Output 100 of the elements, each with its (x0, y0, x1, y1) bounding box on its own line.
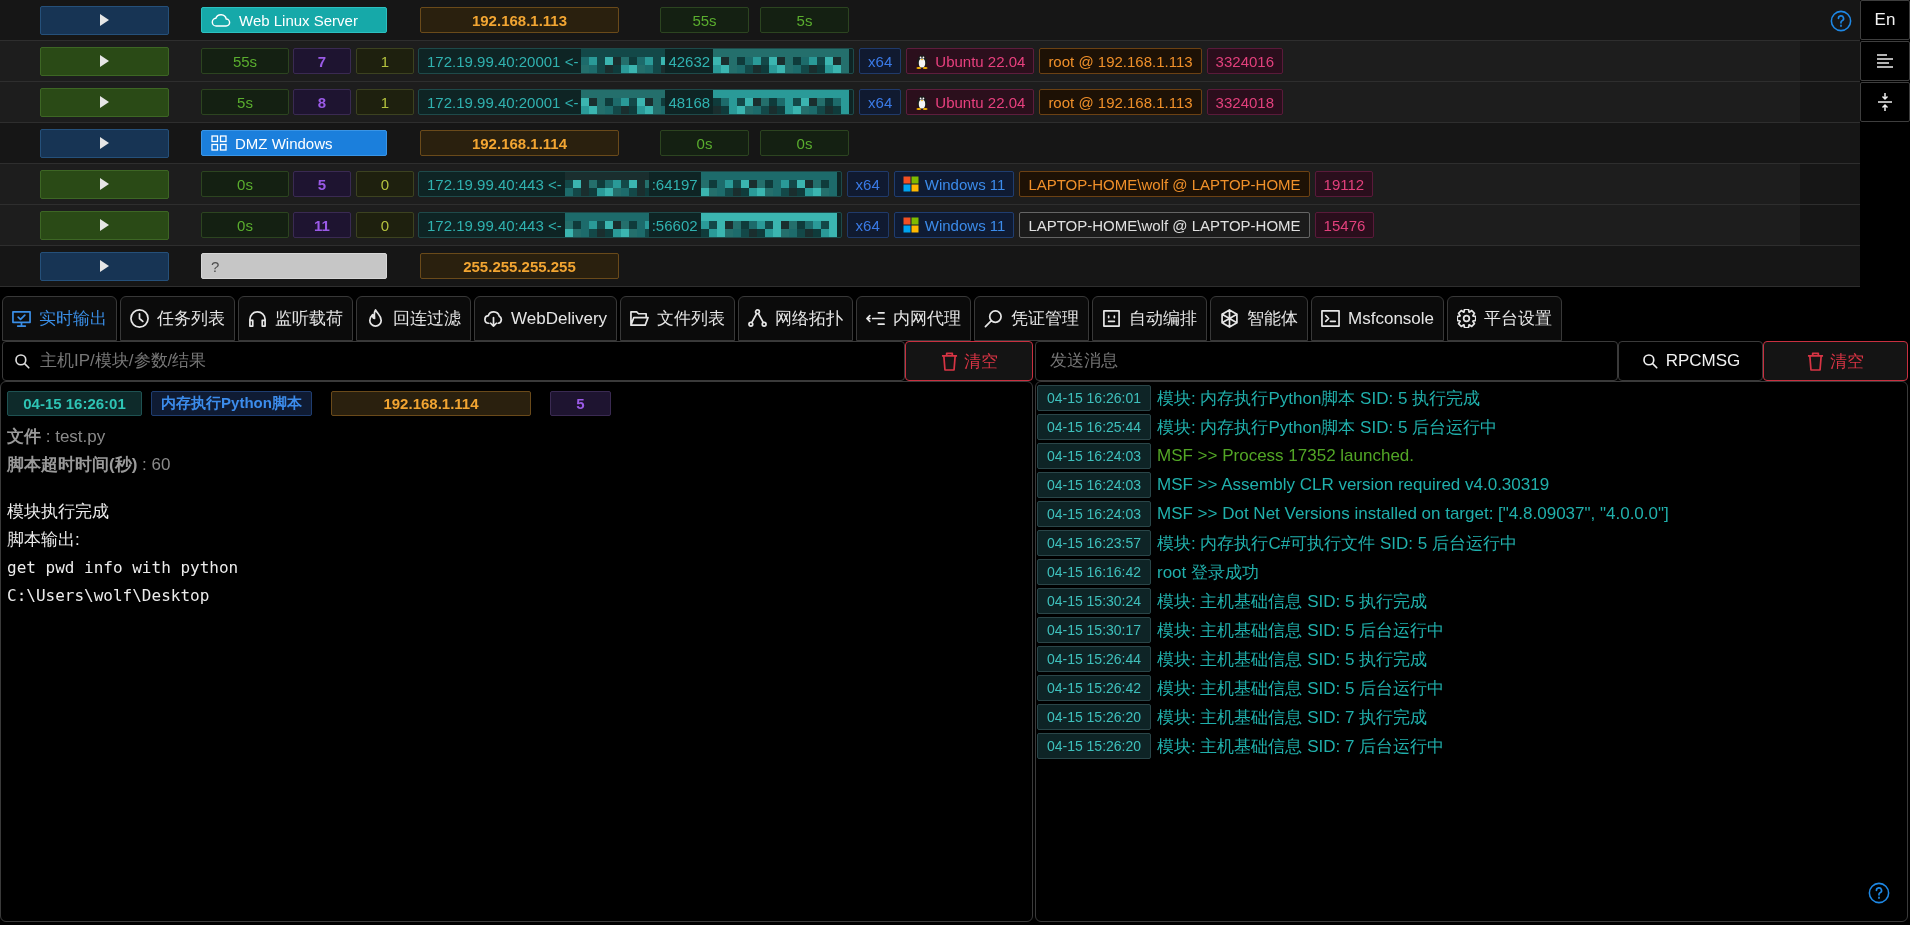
align-button[interactable] (1860, 41, 1910, 81)
help-icon[interactable] (1830, 10, 1852, 32)
expand-button[interactable] (40, 210, 169, 240)
headphones-icon (248, 309, 267, 328)
session-row[interactable]: 55s 7 1 172.19.99.40:20001 <- 42632 x64 Ubuntu 22.04 root @ 192.168.1.113 3324016 (0, 41, 1800, 81)
message-time: 04-15 15:26:20 (1037, 704, 1151, 730)
message-time: 04-15 16:23:57 (1037, 530, 1151, 556)
search-icon (13, 352, 31, 370)
settings-icon (1457, 309, 1477, 328)
clear-button[interactable]: 清空 (1763, 341, 1908, 381)
penguin-icon (915, 94, 930, 110)
expand-button[interactable] (40, 251, 169, 281)
caret-icon (100, 260, 109, 272)
host-ip-label: 192.168.1.114 (420, 130, 619, 156)
session-time-label: 55s (201, 48, 289, 74)
trash-icon (1807, 351, 1824, 371)
tab[interactable]: 回连过滤 (356, 296, 471, 341)
caret-icon (100, 178, 109, 190)
language-button[interactable]: En (1860, 0, 1910, 40)
search-icon (1640, 352, 1659, 370)
message-time: 04-15 16:16:42 (1037, 559, 1151, 585)
number-label: 0 (356, 171, 414, 197)
expand-button[interactable] (40, 46, 169, 76)
param-line: 脚本超时时间(秒) : 60 (7, 454, 172, 476)
message-text: MSF >> Assembly CLR version required v4.0.30319 (1157, 475, 1550, 495)
host-ip-label: 255.255.255.255 (420, 253, 619, 279)
session-row[interactable]: 0s 5 0 172.19.99.40:443 <- :64197 x64 Windows 11 LAPTOP-HOME\wolf @ LAPTOP-HOME 19112 (0, 164, 1800, 204)
connection-text: 172.19.99.40:20001 <- (427, 93, 579, 111)
pid-label: 19112 (1314, 171, 1374, 197)
message-text: 模块: 主机基础信息 SID: 7 后台运行中 (1157, 735, 1445, 758)
message-time: 04-15 15:26:42 (1037, 675, 1151, 701)
session-time-label: 5s (201, 89, 289, 115)
arch-label: x64 (846, 171, 889, 197)
user-label: LAPTOP-HOME\wolf @ LAPTOP-HOME (1019, 212, 1310, 238)
tab[interactable]: 监听载荷 (238, 296, 353, 341)
help-icon[interactable] (1868, 882, 1890, 904)
message-text: 模块: 主机基础信息 SID: 7 执行完成 (1157, 706, 1428, 729)
connection-text: 172.19.99.40:443 <- (427, 175, 562, 193)
tab[interactable]: 智能体 (1210, 296, 1309, 341)
group-name: ? (211, 257, 220, 275)
clear-button[interactable]: 清空 (905, 341, 1033, 381)
expand-button[interactable] (40, 169, 169, 199)
user-label: root @ 192.168.1.113 (1039, 89, 1202, 115)
session-row[interactable]: 5s 8 1 172.19.99.40:20001 <- 48168 x64 Ubuntu 22.04 root @ 192.168.1.113 3324018 (0, 82, 1800, 122)
session-id-label: 7 (293, 48, 351, 74)
user-label: LAPTOP-HOME\wolf @ LAPTOP-HOME (1019, 171, 1310, 197)
tab[interactable]: 凭证管理 (974, 296, 1090, 341)
user-label: root @ 192.168.1.113 (1039, 48, 1202, 74)
rpc-send-button[interactable]: RPCMSG (1618, 341, 1763, 381)
network-icon (748, 309, 768, 328)
message-text: 模块: 内存执行Python脚本 SID: 5 执行完成 (1157, 387, 1481, 410)
os-name: Windows 11 (924, 175, 1006, 193)
message-time: 04-15 15:30:17 (1037, 617, 1151, 643)
message-field[interactable]: 发送消息 (1035, 341, 1618, 381)
tab[interactable]: 网络拓扑 (738, 296, 854, 341)
pid-label: 15476 (1314, 212, 1375, 238)
message-text: 模块: 内存执行Python脚本 SID: 5 后台运行中 (1157, 416, 1498, 439)
number-label: 1 (356, 89, 414, 115)
grid-icon (211, 135, 227, 151)
tab[interactable]: Msfconsole (1311, 296, 1445, 341)
result-text: 模块执行完成 (7, 501, 110, 523)
tab[interactable]: 任务列表 (120, 296, 235, 341)
square-face-icon (1102, 309, 1122, 328)
compress-icon (1877, 92, 1893, 112)
expand-button[interactable] (40, 128, 169, 158)
tab[interactable]: 文件列表 (620, 296, 736, 341)
compress-button[interactable] (1860, 82, 1910, 122)
host-ip-label: 192.168.1.113 (420, 7, 619, 33)
cloud-icon (211, 12, 231, 28)
message-text: 模块: 主机基础信息 SID: 5 后台运行中 (1157, 619, 1445, 642)
session-time-label: 0s (201, 171, 289, 197)
tab[interactable]: WebDelivery (474, 296, 618, 341)
session-id-label: 5 (293, 171, 351, 197)
os-name: Ubuntu 22.04 (935, 93, 1026, 111)
expand-button[interactable] (40, 5, 169, 35)
tab[interactable]: 内网代理 (856, 296, 972, 341)
time-label: 5s (760, 7, 849, 33)
result-text: 脚本输出: (7, 529, 81, 551)
message-text: 模块: 主机基础信息 SID: 5 后台运行中 (1157, 677, 1445, 700)
pid-label: 3324016 (1206, 48, 1283, 74)
group-tag[interactable]: DMZ Windows (201, 130, 387, 156)
tab[interactable]: 实时输出 (2, 296, 117, 341)
message-text: MSF >> Process 17352 launched. (1157, 446, 1415, 466)
group-name: Web Linux Server (239, 11, 358, 29)
tab[interactable]: 平台设置 (1447, 296, 1563, 341)
message-time: 04-15 16:25:44 (1037, 414, 1151, 440)
session-id-label: 11 (293, 212, 351, 238)
time-tag: 04-15 16:26:01 (7, 390, 142, 416)
number-label: 0 (356, 212, 414, 238)
expand-button[interactable] (40, 87, 169, 117)
caret-icon (100, 55, 109, 67)
arrow-lines-icon (866, 309, 886, 328)
four-color-flag-icon (902, 176, 919, 192)
connection-text: :56602 (651, 216, 698, 234)
connection-text: :64197 (651, 175, 698, 193)
group-tag[interactable]: ? (201, 253, 387, 279)
tab[interactable]: 自动编排 (1092, 296, 1208, 341)
search-field[interactable]: 主机IP/模块/参数/结果 (2, 341, 905, 381)
session-row[interactable]: 0s 11 0 172.19.99.40:443 <- :56602 x64 Windows 11 LAPTOP-HOME\wolf @ LAPTOP-HOME 15476 (0, 205, 1800, 245)
connection-text: 48168 (668, 93, 711, 111)
